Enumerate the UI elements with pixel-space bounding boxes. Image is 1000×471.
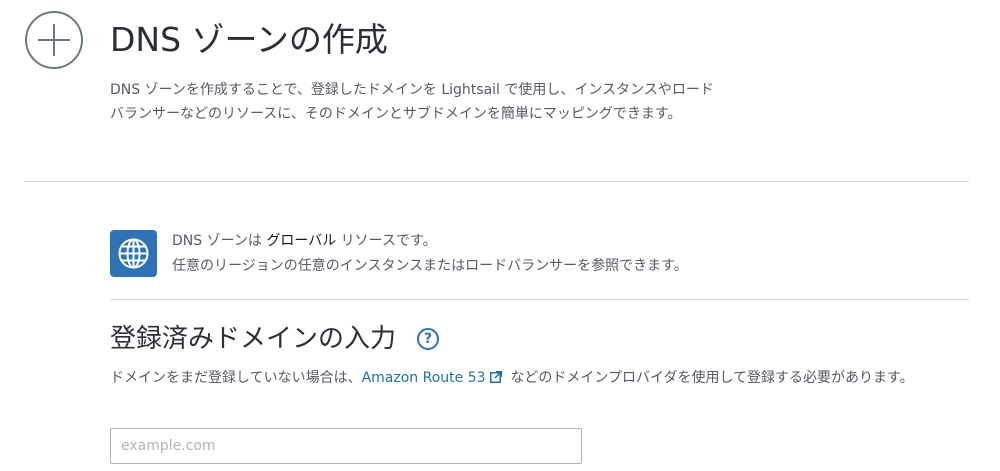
route53-link-label: Amazon Route 53 <box>361 370 486 386</box>
info-global-label: グローバル <box>266 233 337 249</box>
section-description: ドメインをまだ登録していない場合は、Amazon Route 53 などのドメイ… <box>110 366 980 390</box>
page-title: DNS ゾーンの作成 <box>110 20 388 59</box>
divider <box>110 299 969 300</box>
desc-after: などのドメインプロバイダを使用して登録する必要があります。 <box>510 370 914 386</box>
info-text-line2: 任意のリージョンの任意のインスタンスまたはロードバランサーを参照できます。 <box>172 258 688 274</box>
divider <box>24 181 969 182</box>
external-link-icon <box>489 371 502 383</box>
info-prefix: DNS ゾーンは <box>172 233 262 249</box>
plus-circle-icon <box>25 11 83 69</box>
route53-link[interactable]: Amazon Route 53 <box>362 370 502 386</box>
desc-before: ドメインをまだ登録していない場合は、 <box>110 370 362 386</box>
domain-name-input[interactable] <box>110 428 582 464</box>
page-description: DNS ゾーンを作成することで、登録したドメインを Lightsail で使用し… <box>110 82 714 122</box>
info-text-line1: DNS ゾーンは グローバル リソースです。 <box>172 229 437 253</box>
section-title: 登録済みドメインの入力 <box>110 324 397 354</box>
info-suffix: リソースです。 <box>340 233 437 249</box>
help-circle-icon[interactable]: ? <box>417 328 439 350</box>
globe-icon <box>110 230 157 277</box>
